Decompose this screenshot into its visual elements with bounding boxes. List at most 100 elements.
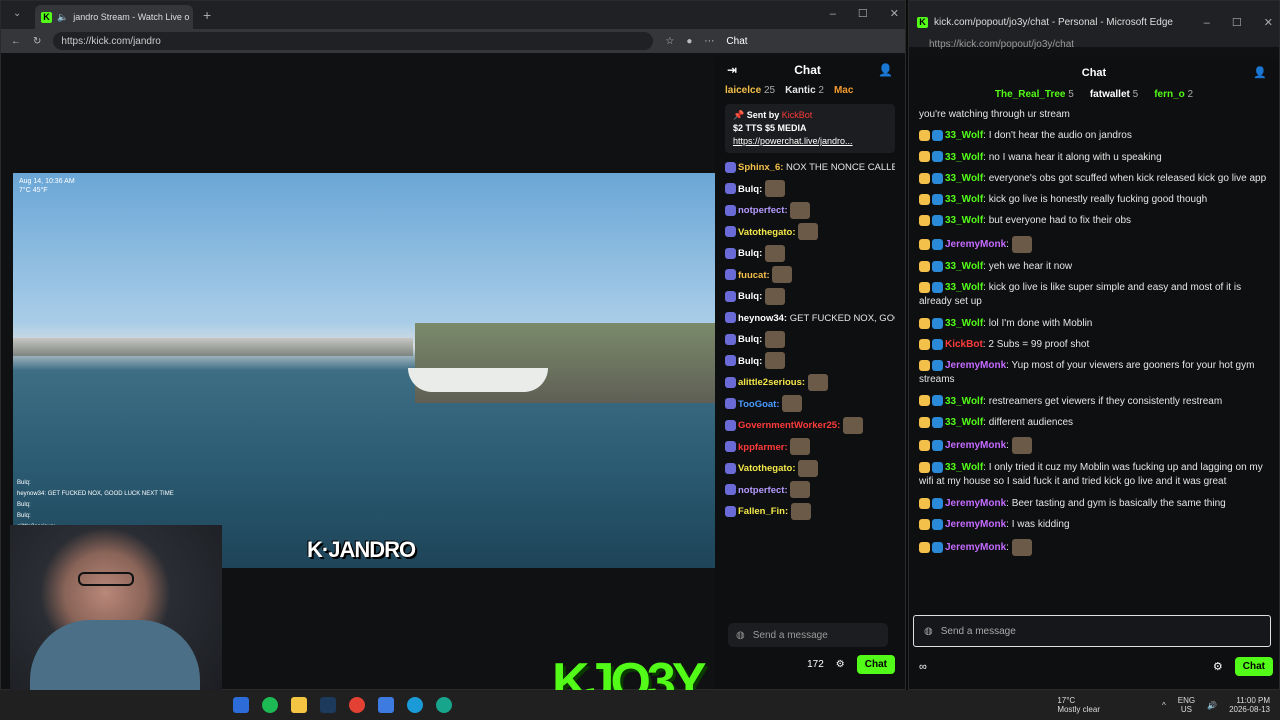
chat-username[interactable]: JeremyMonk	[945, 519, 1006, 530]
gifter-name: Mac	[833, 85, 854, 96]
taskbar-app-icon[interactable]	[378, 697, 394, 713]
overlay-chat-line: heynow34: GET FUCKED NOX, GOOD LUCK NEXT…	[17, 491, 174, 497]
reload-icon[interactable]: ↻	[33, 36, 41, 47]
emote-icon[interactable]: ◍	[924, 626, 933, 637]
chat-message: 33_Wolf: different audiences	[919, 416, 1269, 430]
chat-username[interactable]: fuucat:	[738, 270, 770, 281]
badge-icon	[919, 518, 930, 530]
badge-icon	[725, 312, 736, 324]
chat-username[interactable]: TooGoat:	[738, 399, 780, 410]
address-bar[interactable]: https://kick.com/jandro	[53, 32, 654, 50]
copilot-chat-button[interactable]: Chat	[726, 36, 747, 47]
chat-username[interactable]: 33_Wolf	[945, 462, 983, 473]
taskbar-folder-icon[interactable]	[291, 697, 307, 713]
chat-username[interactable]: 33_Wolf	[945, 194, 983, 205]
pin-sender: KickBot	[781, 110, 813, 120]
chat-username[interactable]: 33_Wolf	[945, 417, 983, 428]
top-gifter[interactable]: laicelce 25	[725, 85, 775, 96]
top-gifter[interactable]: Mac	[834, 85, 853, 96]
chat-users-icon[interactable]: 👤	[1253, 59, 1267, 87]
taskbar-steam-icon[interactable]	[320, 697, 336, 713]
profile-icon[interactable]: ●	[686, 36, 692, 47]
popout-send-button[interactable]: Chat	[1234, 657, 1273, 676]
send-chat-button[interactable]: Chat	[856, 655, 895, 674]
settings-icon[interactable]: ⚙	[836, 659, 845, 670]
chat-title: Chat	[794, 63, 821, 77]
chat-username[interactable]: GovernmentWorker25:	[738, 420, 840, 431]
chat-username[interactable]: Bulq:	[738, 248, 762, 259]
weather-widget[interactable]: 17°C Mostly clear	[1057, 696, 1100, 714]
chat-messages: Sphinx_6: NOX THE NONCE CALLED COPS Bulq:…	[715, 157, 905, 523]
chat-username[interactable]: Vatothegato:	[738, 227, 796, 238]
pin-link[interactable]: https://powerchat.live/jandro...	[733, 136, 853, 146]
top-gifter[interactable]: Kantic 2	[785, 85, 824, 96]
chat-username[interactable]: 33_Wolf	[945, 152, 983, 163]
language-indicator[interactable]: ENG US	[1178, 696, 1195, 714]
chat-username[interactable]: JeremyMonk	[945, 542, 1006, 553]
chat-username[interactable]: Sphinx_6:	[738, 162, 783, 173]
chat-input[interactable]: ◍ Send a message	[728, 623, 888, 647]
popout-url[interactable]: https://kick.com/popout/jo3y/chat	[929, 39, 1074, 50]
top-gifter[interactable]: fatwallet 5	[1090, 89, 1138, 100]
taskbar-app-icon[interactable]	[262, 697, 278, 713]
badge-icon	[919, 497, 930, 509]
chat-username[interactable]: Bulq:	[738, 291, 762, 302]
minimize-icon[interactable]: –	[1204, 1, 1210, 45]
chat-username[interactable]: JeremyMonk	[945, 360, 1006, 371]
new-tab-button[interactable]: +	[203, 7, 211, 23]
minimize-icon[interactable]: –	[830, 1, 836, 27]
chat-username[interactable]: Fallen_Fin:	[738, 506, 788, 517]
clock[interactable]: 11:00 PM 2026-08-13	[1229, 696, 1270, 714]
chat-username[interactable]: notperfect:	[738, 485, 788, 496]
taskbar-edge-icon[interactable]	[407, 697, 423, 713]
collapse-chat-icon[interactable]: ⇥	[727, 63, 737, 77]
top-gifter[interactable]: fern_o 2	[1154, 89, 1193, 100]
chat-username[interactable]: JeremyMonk	[945, 239, 1006, 250]
emote-image	[764, 180, 785, 198]
chat-username[interactable]: heynow34:	[738, 313, 787, 324]
chat-username[interactable]: 33_Wolf	[945, 173, 983, 184]
chat-username[interactable]: Vatothegato:	[738, 463, 796, 474]
taskbar-edge-icon[interactable]	[436, 697, 452, 713]
chat-username[interactable]: JeremyMonk	[945, 440, 1006, 451]
popout-chat-input[interactable]: ◍ Send a message	[913, 615, 1271, 647]
maximize-icon[interactable]: ☐	[858, 1, 868, 27]
audio-icon[interactable]: 🔈	[57, 12, 68, 23]
tab-list-icon[interactable]: ⌄	[13, 8, 21, 19]
chat-username[interactable]: alittle2serious:	[738, 377, 805, 388]
emote-icon[interactable]: ◍	[736, 630, 745, 641]
taskbar-chrome-icon[interactable]	[349, 697, 365, 713]
more-icon[interactable]: ⋯	[704, 36, 714, 47]
settings-icon[interactable]: ⚙	[1213, 660, 1223, 673]
chat-username[interactable]: 33_Wolf	[945, 282, 983, 293]
chat-username[interactable]: KickBot	[945, 339, 983, 350]
chat-username[interactable]: notperfect:	[738, 205, 788, 216]
overlay-chat-line: Bulq:	[17, 480, 31, 486]
chat-username[interactable]: kppfarmer:	[738, 442, 788, 453]
chat-username[interactable]: 33_Wolf	[945, 396, 983, 407]
chat-username[interactable]: Bulq:	[738, 184, 762, 195]
chat-username[interactable]: JeremyMonk	[945, 498, 1006, 509]
tab-jandro[interactable]: K 🔈 jandro Stream - Watch Live o ✕	[35, 5, 193, 29]
favorites-icon[interactable]: ☆	[665, 36, 674, 47]
tray-overflow-icon[interactable]: ^	[1162, 701, 1166, 710]
close-window-icon[interactable]: ✕	[890, 1, 899, 27]
infinity-icon[interactable]: ∞	[919, 661, 927, 673]
chat-message: JeremyMonk: I was kidding	[919, 518, 1269, 532]
taskbar-app-icon[interactable]	[233, 697, 249, 713]
chat-username[interactable]: Bulq:	[738, 356, 762, 367]
top-gifter[interactable]: The_Real_Tree 5	[995, 89, 1074, 100]
chat-username[interactable]: 33_Wolf	[945, 318, 983, 329]
badge-icon	[932, 317, 943, 329]
back-icon[interactable]: ←	[11, 36, 21, 47]
chat-username[interactable]: 33_Wolf	[945, 215, 983, 226]
chat-username[interactable]: Bulq:	[738, 334, 762, 345]
chat-username[interactable]: 33_Wolf	[945, 261, 983, 272]
chat-users-icon[interactable]: 👤	[878, 63, 893, 77]
volume-icon[interactable]: 🔊	[1207, 701, 1217, 710]
chat-header: ⇥ Chat 👤	[715, 57, 905, 83]
close-window-icon[interactable]: ✕	[1264, 1, 1273, 45]
pinned-message[interactable]: 📌 Sent by KickBot $2 TTS $5 MEDIA https:…	[725, 104, 895, 153]
chat-username[interactable]: 33_Wolf	[945, 130, 983, 141]
maximize-icon[interactable]: ☐	[1232, 1, 1242, 45]
